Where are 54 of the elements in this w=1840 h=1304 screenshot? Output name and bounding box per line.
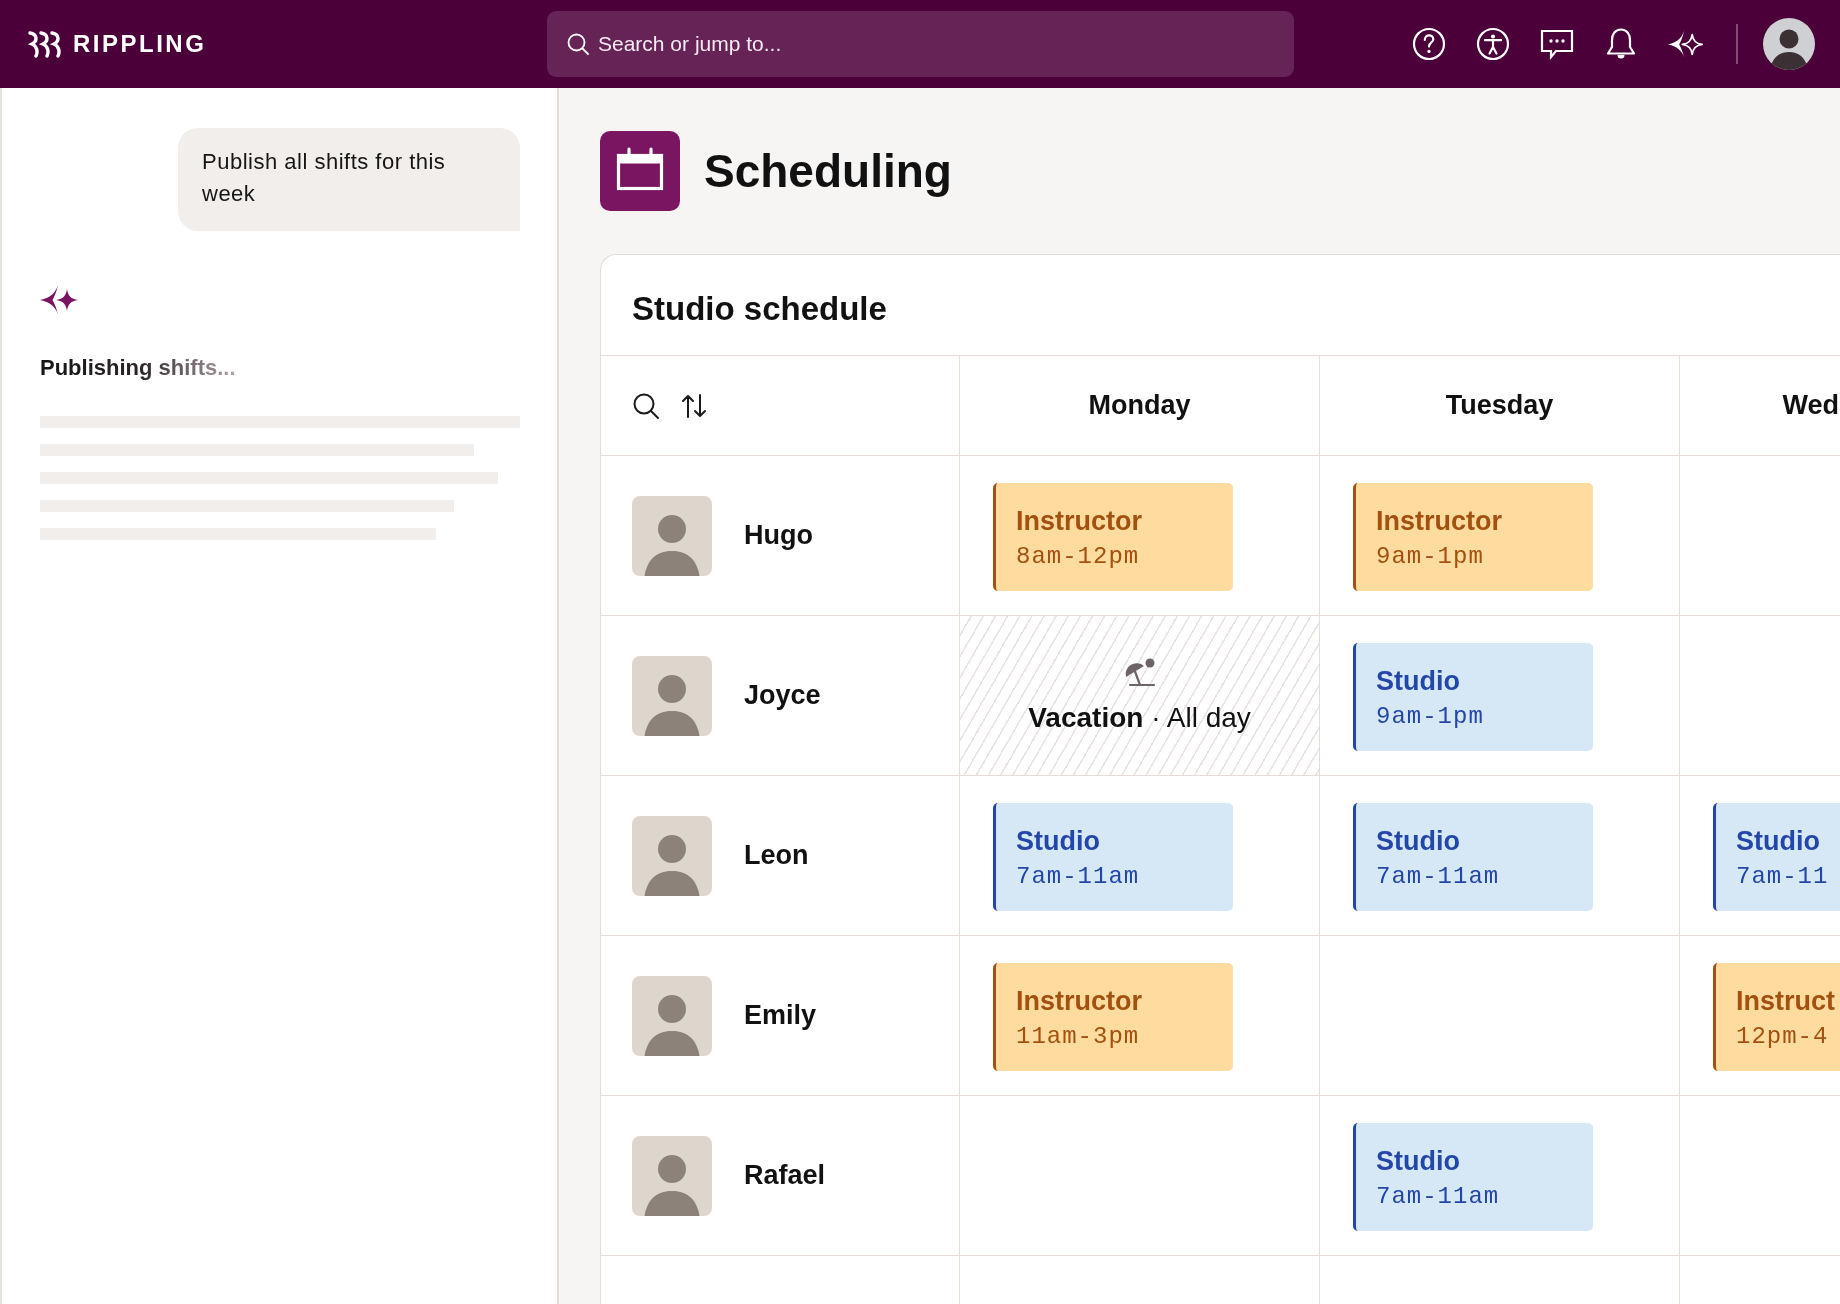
shift-role: Studio xyxy=(1016,825,1100,858)
shift-time: 7am-11am xyxy=(1376,1182,1500,1212)
user-message: Publish all shifts for this week xyxy=(178,128,520,231)
shift-time: 11am-3pm xyxy=(1016,1022,1140,1052)
employee-name: Emily xyxy=(744,1000,817,1031)
shift-block[interactable]: Studio 7am-11am xyxy=(993,803,1233,911)
shift-role: Studio xyxy=(1736,825,1820,858)
shift-role: Studio xyxy=(1376,1145,1460,1178)
shift-block[interactable]: Instructor 9am-1pm xyxy=(1353,483,1593,591)
search-field[interactable]: Search or jump to... xyxy=(547,11,1294,77)
shift-block[interactable]: Studio 7am-11am xyxy=(1353,803,1593,911)
shift-role: Studio xyxy=(1376,665,1460,698)
person-silhouette-icon xyxy=(632,495,712,576)
time-off-label: Vacation · All day xyxy=(1028,700,1251,735)
search-icon[interactable] xyxy=(632,391,660,420)
shift-role: Instructor xyxy=(1016,985,1142,1018)
profile-avatar-icon[interactable] xyxy=(1763,18,1815,70)
shift-block[interactable]: Instructor 8am-12pm xyxy=(993,483,1233,591)
employee-name: Leon xyxy=(744,840,809,871)
card-title: Studio schedule xyxy=(632,290,887,328)
shift-time: 9am-1pm xyxy=(1376,542,1484,572)
person-silhouette-icon xyxy=(632,975,712,1056)
shift-time: 9am-1pm xyxy=(1376,702,1484,732)
shift-time: 7am-11am xyxy=(1016,862,1140,892)
day-header: Monday xyxy=(1088,390,1191,421)
shift-block[interactable]: Studio 7am-11 xyxy=(1713,803,1840,911)
day-header: Tuesday xyxy=(1445,390,1554,421)
logo-mark-icon xyxy=(27,30,63,58)
employee-name: Hugo xyxy=(744,520,813,551)
shift-role: Studio xyxy=(1376,825,1460,858)
page-title: Scheduling xyxy=(704,144,952,198)
shift-role: Instruct xyxy=(1736,985,1835,1018)
shift-block[interactable]: Studio 9am-1pm xyxy=(1353,643,1593,751)
help-icon[interactable] xyxy=(1411,26,1447,62)
person-silhouette-icon xyxy=(632,815,712,896)
shift-time: 8am-12pm xyxy=(1016,542,1140,572)
sort-icon[interactable] xyxy=(680,391,708,420)
shift-block[interactable]: Studio 7am-11am xyxy=(1353,1123,1593,1231)
calendar-icon xyxy=(600,131,680,211)
person-silhouette-icon xyxy=(632,1135,712,1216)
shift-block[interactable]: Instructor 11am-3pm xyxy=(993,963,1233,1071)
shift-time: 7am-11am xyxy=(1376,862,1500,892)
shift-role: Instructor xyxy=(1376,505,1502,538)
person-silhouette-icon xyxy=(632,655,712,736)
logo-wordmark: RIPPLING xyxy=(73,32,207,56)
employee-name: Joyce xyxy=(744,680,821,711)
accessibility-icon[interactable] xyxy=(1475,26,1511,62)
search-icon xyxy=(567,33,589,55)
day-header: Wed xyxy=(1782,390,1839,421)
shift-block[interactable]: Instruct 12pm-4 xyxy=(1713,963,1840,1071)
employee-name: Rafael xyxy=(744,1160,826,1191)
shift-time: 7am-11 xyxy=(1736,862,1829,892)
shift-time: 12pm-4 xyxy=(1736,1022,1829,1052)
shift-role: Instructor xyxy=(1016,505,1142,538)
